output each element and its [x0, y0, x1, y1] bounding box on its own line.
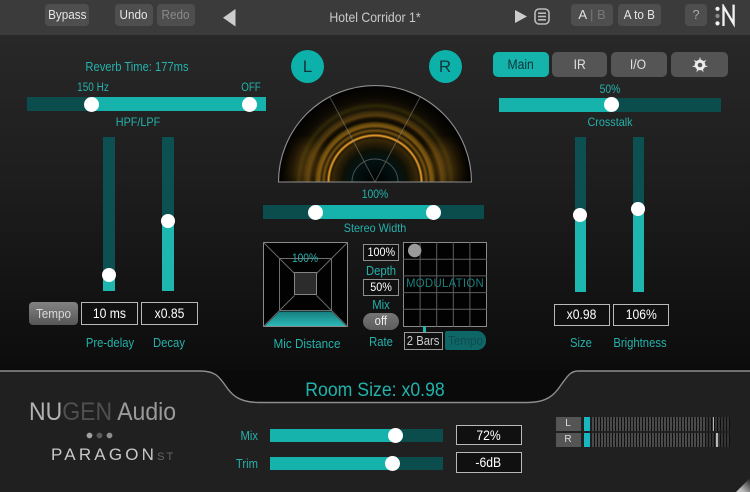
svg-text:100%: 100% [292, 251, 318, 265]
